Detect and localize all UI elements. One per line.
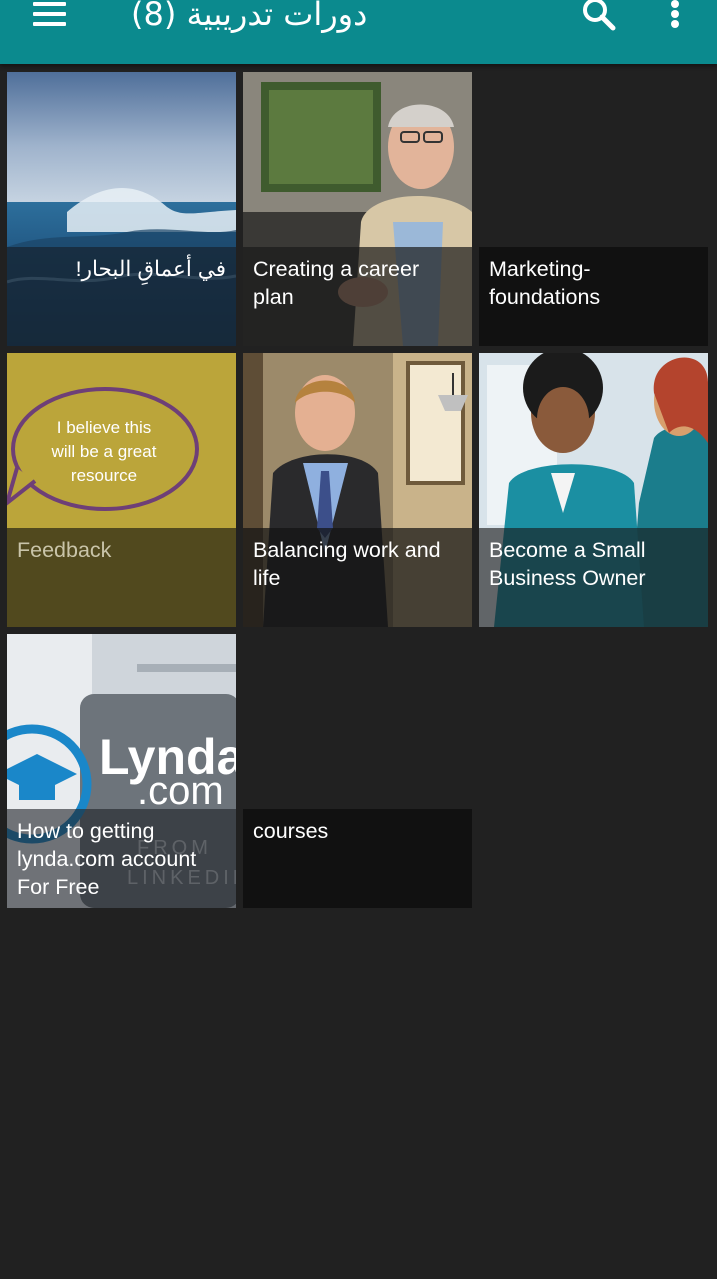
course-title: courses xyxy=(243,809,472,908)
bubble-text: resource xyxy=(71,466,137,485)
search-button[interactable] xyxy=(578,0,620,34)
course-tile[interactable]: Creating a career plan xyxy=(243,72,472,346)
course-title: Marketing-foundations xyxy=(479,247,708,346)
more-vert-icon-dot xyxy=(671,10,679,18)
course-tile[interactable]: I believe this will be a great resource … xyxy=(7,353,236,627)
bubble-text: will be a great xyxy=(51,442,157,461)
page-title: دورات تدريبية (8) xyxy=(131,0,368,33)
course-title: Creating a career plan xyxy=(243,247,472,346)
course-tile[interactable]: في أعماقِ البحار! xyxy=(7,72,236,346)
lynda-logo-text: .com xyxy=(137,769,224,813)
app-bar: دورات تدريبية (8) xyxy=(0,0,717,64)
course-title: Feedback xyxy=(7,528,236,627)
hamburger-menu-icon-bar xyxy=(33,22,66,26)
more-options-button[interactable] xyxy=(660,0,690,34)
course-tile[interactable]: courses xyxy=(243,634,472,908)
course-tile[interactable]: Balancing work and life xyxy=(243,353,472,627)
more-vert-icon-dot xyxy=(671,20,679,28)
hamburger-menu-icon xyxy=(33,2,66,6)
course-title: Balancing work and life xyxy=(243,528,472,627)
course-tile[interactable]: Become a Small Business Owner xyxy=(479,353,708,627)
hamburger-menu-icon-bar xyxy=(33,12,66,16)
menu-button[interactable] xyxy=(30,0,70,30)
course-title: Become a Small Business Owner xyxy=(479,528,708,627)
bubble-text: I believe this xyxy=(57,418,152,437)
course-tile[interactable]: Marketing-foundations xyxy=(479,72,708,346)
search-icon xyxy=(583,0,616,31)
more-vert-icon xyxy=(671,0,679,8)
course-title: How to getting lynda.com account For Fre… xyxy=(7,809,236,908)
course-tile[interactable]: Lynda .com FROM LINKEDIN How to getting … xyxy=(7,634,236,908)
course-title: في أعماقِ البحار! xyxy=(7,247,236,346)
